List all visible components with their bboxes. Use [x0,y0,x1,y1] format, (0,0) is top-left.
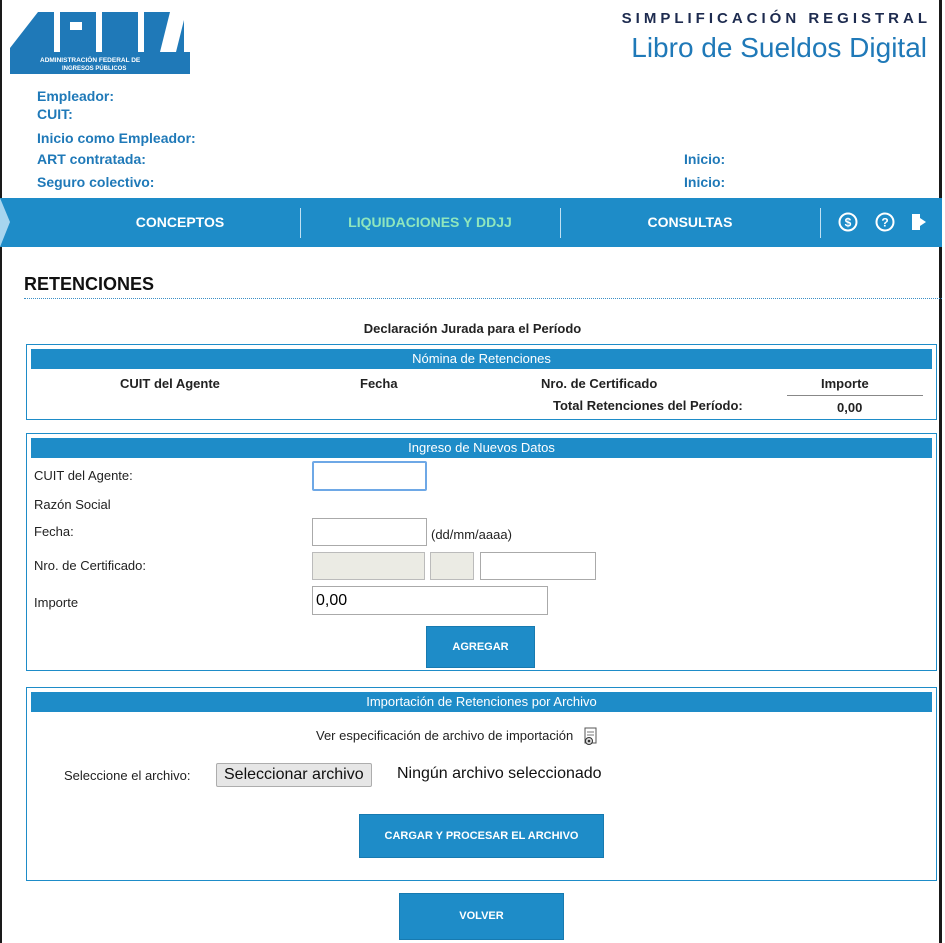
certificado-number-input[interactable] [480,552,596,580]
ingreso-panel: Ingreso de Nuevos Datos CUIT del Agente:… [26,433,937,671]
main-nav: CONCEPTOS LIQUIDACIONES Y DDJJ CONSULTAS… [0,198,942,247]
total-label: Total Retenciones del Período: [553,398,743,413]
nav-liquidaciones[interactable]: LIQUIDACIONES Y DDJJ [300,198,560,247]
importacion-panel: Importación de Retenciones por Archivo V… [26,687,937,881]
nomina-panel: Nómina de Retenciones CUIT del Agente Fe… [26,344,937,420]
cuit-agente-label: CUIT del Agente: [34,468,133,483]
brand-title: Libro de Sueldos Digital [631,32,927,63]
agregar-button[interactable]: AGREGAR [426,626,535,668]
logo-text-line2: INGRESOS PÚBLICOS [62,65,126,72]
nav-consultas[interactable]: CONSULTAS [560,198,820,247]
total-rule [787,395,923,396]
fecha-input[interactable] [312,518,427,546]
importe-input[interactable] [312,586,548,615]
fecha-label: Fecha: [34,524,74,539]
col-nro-certificado: Nro. de Certificado [541,376,658,391]
document-icon[interactable] [582,727,599,746]
choose-file-button[interactable]: Seleccionar archivo [216,763,372,787]
cuit-agente-input[interactable] [312,461,427,491]
fecha-format-hint: (dd/mm/aaaa) [431,527,512,542]
help-icon[interactable]: ? [874,211,896,233]
importe-label: Importe [34,595,79,610]
afip-logo: ADMINISTRACIÓN FEDERAL DE INGRESOS PÚBLI… [10,12,190,74]
svg-text:?: ? [881,216,888,230]
title-divider [24,298,942,299]
nav-arrow [0,198,10,247]
cuit-label: CUIT: [37,106,73,122]
art-inicio-label: Inicio: [684,151,726,167]
spec-link-text[interactable]: Ver especificación de archivo de importa… [316,728,573,743]
empleador-label: Empleador: [37,88,115,104]
nro-certificado-label: Nro. de Certificado: [34,558,146,573]
col-importe: Importe [821,376,869,391]
page-title: RETENCIONES [24,274,155,294]
logout-icon[interactable] [908,211,930,233]
ingreso-panel-header: Ingreso de Nuevos Datos [31,438,932,458]
art-label: ART contratada: [37,151,146,167]
nomina-panel-header: Nómina de Retenciones [31,349,932,369]
nav-conceptos[interactable]: CONCEPTOS [60,198,300,247]
select-file-label: Seleccione el archivo: [64,768,191,783]
ddjj-period-label: Declaración Jurada para el Período [363,321,582,336]
spec-link[interactable]: Ver especificación de archivo de importa… [316,727,599,746]
certificado-part2-input [430,552,474,580]
total-value: 0,00 [837,400,863,415]
nav-divider [820,208,821,238]
file-status: Ningún archivo seleccionado [397,765,602,782]
inicio-empleador-label: Inicio como Empleador: [37,130,196,146]
importacion-panel-header: Importación de Retenciones por Archivo [31,692,932,712]
volver-button[interactable]: VOLVER [399,893,564,940]
cargar-procesar-button[interactable]: CARGAR Y PROCESAR EL ARCHIVO [359,814,604,858]
logo-text-line1: ADMINISTRACIÓN FEDERAL DE [40,55,141,64]
dollar-icon[interactable]: $ [837,211,859,233]
brand-subtitle: SIMPLIFICACIÓN REGISTRAL [621,10,931,27]
svg-text:$: $ [845,216,852,230]
col-fecha: Fecha [360,376,398,391]
seguro-inicio-label: Inicio: [684,174,726,190]
certificado-part1-input [312,552,425,580]
seguro-label: Seguro colectivo: [37,174,155,190]
col-cuit-agente: CUIT del Agente [120,376,220,391]
razon-social-label: Razón Social [34,497,111,512]
